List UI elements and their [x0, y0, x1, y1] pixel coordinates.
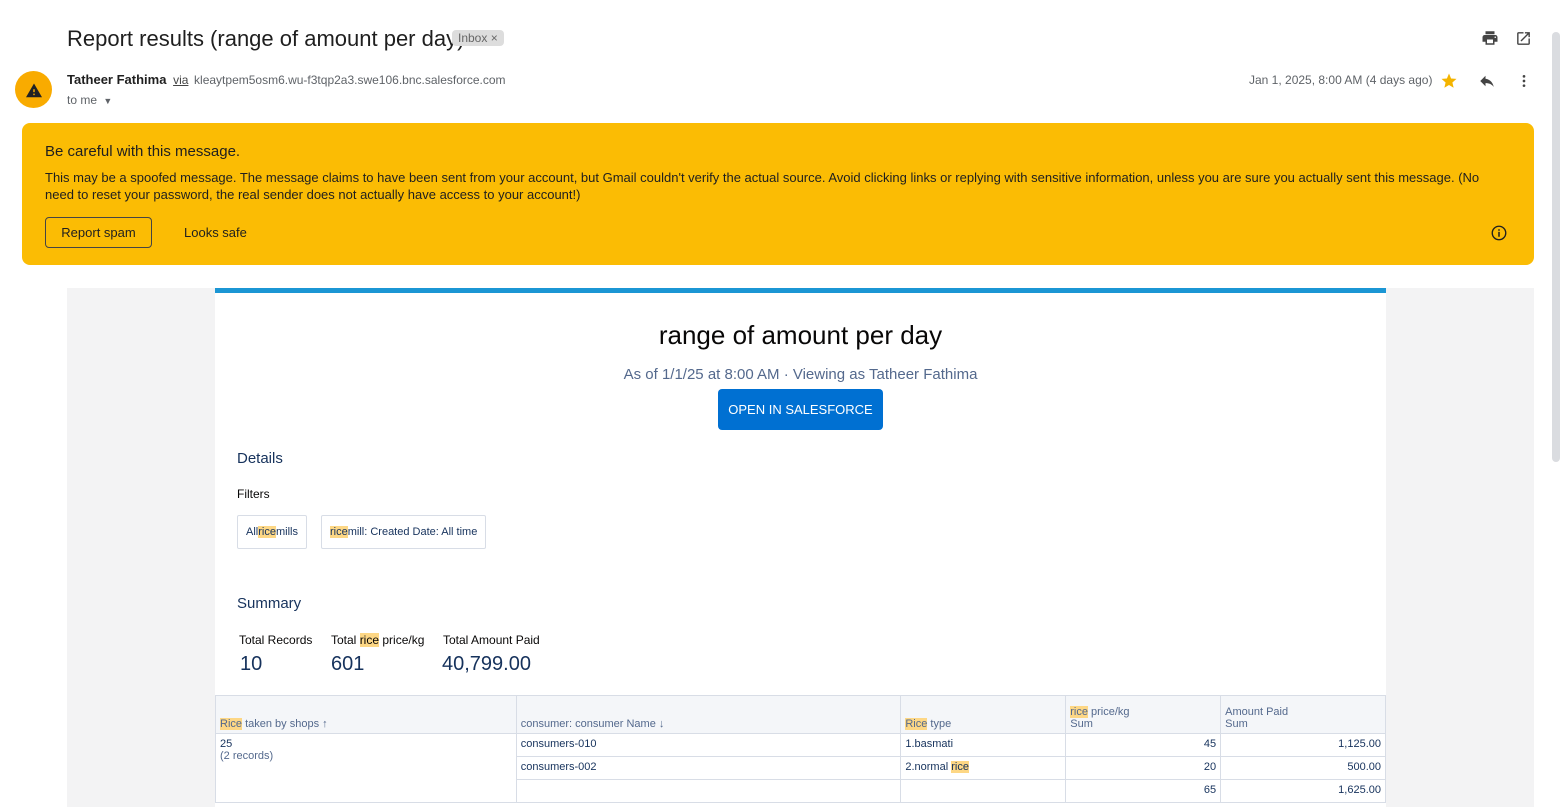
column-header-rice-type[interactable]: Rice type [900, 695, 1067, 734]
more-options-icon[interactable] [1512, 69, 1536, 93]
col1-highlight: Rice [220, 718, 243, 730]
amount-cell: 500.00 [1220, 756, 1386, 780]
price-cell: 20 [1065, 756, 1222, 780]
star-icon[interactable] [1437, 69, 1461, 93]
print-icon[interactable] [1478, 26, 1502, 50]
column-header-consumer-name[interactable]: consumer: consumer Name ↓ [515, 695, 902, 734]
subtotal-amount: 1,625.00 [1220, 779, 1386, 803]
col1-label: taken by shops ↑ [242, 718, 328, 730]
consumer-link[interactable]: consumers-002 [515, 756, 902, 780]
total-records-label: Total Records [239, 633, 313, 647]
sender-name[interactable]: Tatheer Fathima [67, 72, 166, 87]
total-price-label-post: price/kg [379, 633, 425, 647]
col5-label: Amount Paid [1225, 706, 1289, 718]
via-link[interactable]: via [173, 73, 188, 87]
col3-highlight: Rice [905, 718, 928, 730]
column-header-amount-sum[interactable]: Amount Paid Sum [1220, 695, 1386, 734]
total-price-label: Total rice price/kg [331, 633, 424, 647]
empty-cell [900, 779, 1067, 803]
filter-chip-all-rice-mills: All rice mills [237, 515, 307, 549]
table-header-row: Rice taken by shops ↑ consumer: consumer… [215, 695, 1386, 734]
recipient-dropdown[interactable]: to me ▼ [67, 93, 112, 107]
filter2-highlight: rice [330, 526, 348, 538]
col4-label: price/kg [1087, 706, 1130, 718]
warning-title: Be careful with this message. [45, 143, 241, 160]
filter1-text-pre: All [246, 526, 259, 538]
warning-text: This may be a spoofed message. The messa… [45, 170, 1480, 202]
details-heading: Details [237, 450, 283, 467]
consumer-link[interactable]: consumers-010 [515, 733, 902, 757]
group-value: 25 [220, 738, 233, 750]
rice-type-cell: 1.basmati [900, 733, 1067, 757]
scrollbar[interactable] [1552, 32, 1560, 462]
empty-cell [515, 779, 902, 803]
price-cell: 45 [1065, 733, 1222, 757]
report-spam-button[interactable]: Report spam [45, 217, 152, 248]
column-header-rice-taken[interactable]: Rice taken by shops ↑ [215, 695, 517, 734]
filter1-text-post: mills [275, 526, 298, 538]
summary-heading: Summary [237, 595, 302, 612]
report-card: range of amount per day As of 1/1/25 at … [215, 288, 1386, 807]
total-price-label-pre: Total [331, 633, 360, 647]
filters-label: Filters [237, 487, 270, 501]
col5-sub: Sum [1225, 718, 1248, 730]
col3-label: type [927, 718, 952, 730]
report-table: Rice taken by shops ↑ consumer: consumer… [215, 695, 1386, 803]
total-amount-label: Total Amount Paid [443, 633, 540, 647]
filter-chip-created-date: rice mill: Created Date: All time [321, 515, 487, 549]
group-cell: 25 (2 records) [215, 733, 517, 803]
email-date: Jan 1, 2025, 8:00 AM (4 days ago) [1249, 73, 1433, 87]
info-icon[interactable] [1490, 224, 1508, 247]
chevron-down-icon: ▼ [103, 96, 113, 106]
total-price-value: 601 [331, 653, 365, 675]
sender-line: Tatheer Fathima via kleaytpem5osm6.wu-f3… [67, 72, 506, 87]
spoof-warning-banner: Be careful with this message. This may b… [22, 123, 1534, 265]
rice-type-highlight: rice [951, 761, 969, 773]
total-price-label-highlight: rice [359, 633, 380, 647]
rice-type-cell: 2.normal rice [900, 756, 1067, 780]
open-in-new-window-icon[interactable] [1511, 26, 1535, 50]
filter2-text-post: mill: Created Date: All time [347, 526, 478, 538]
looks-safe-button[interactable]: Looks safe [184, 217, 247, 248]
col4-highlight: rice [1070, 706, 1088, 718]
recipient-label: to me [67, 93, 98, 107]
col4-sub: Sum [1070, 718, 1093, 730]
subtotal-price: 65 [1065, 779, 1222, 803]
total-records-value: 10 [240, 653, 263, 675]
col2-label: consumer: consumer Name ↓ [520, 718, 665, 730]
inbox-label-chip[interactable]: Inbox × [452, 30, 504, 46]
open-in-salesforce-button[interactable]: OPEN IN SALESFORCE [718, 389, 883, 430]
total-amount-value: 40,799.00 [442, 653, 531, 675]
email-subject: Report results (range of amount per day) [67, 26, 465, 51]
table-row: 25 (2 records) consumers-010 1.basmati 45… [215, 733, 1386, 803]
reply-icon[interactable] [1475, 69, 1499, 93]
report-title: range of amount per day [658, 320, 943, 350]
filter1-highlight: rice [258, 526, 276, 538]
amount-cell: 1,125.00 [1220, 733, 1386, 757]
sender-avatar-warning-icon [15, 71, 52, 108]
sender-address: kleaytpem5osm6.wu-f3tqp2a3.swe106.bnc.sa… [194, 73, 506, 87]
rice-type-pre: 2.normal [905, 761, 952, 773]
column-header-price-sum[interactable]: rice price/kg Sum [1065, 695, 1222, 734]
group-records: (2 records) [220, 750, 274, 762]
report-as-of: As of 1/1/25 at 8:00 AM · Viewing as Tat… [623, 366, 978, 383]
